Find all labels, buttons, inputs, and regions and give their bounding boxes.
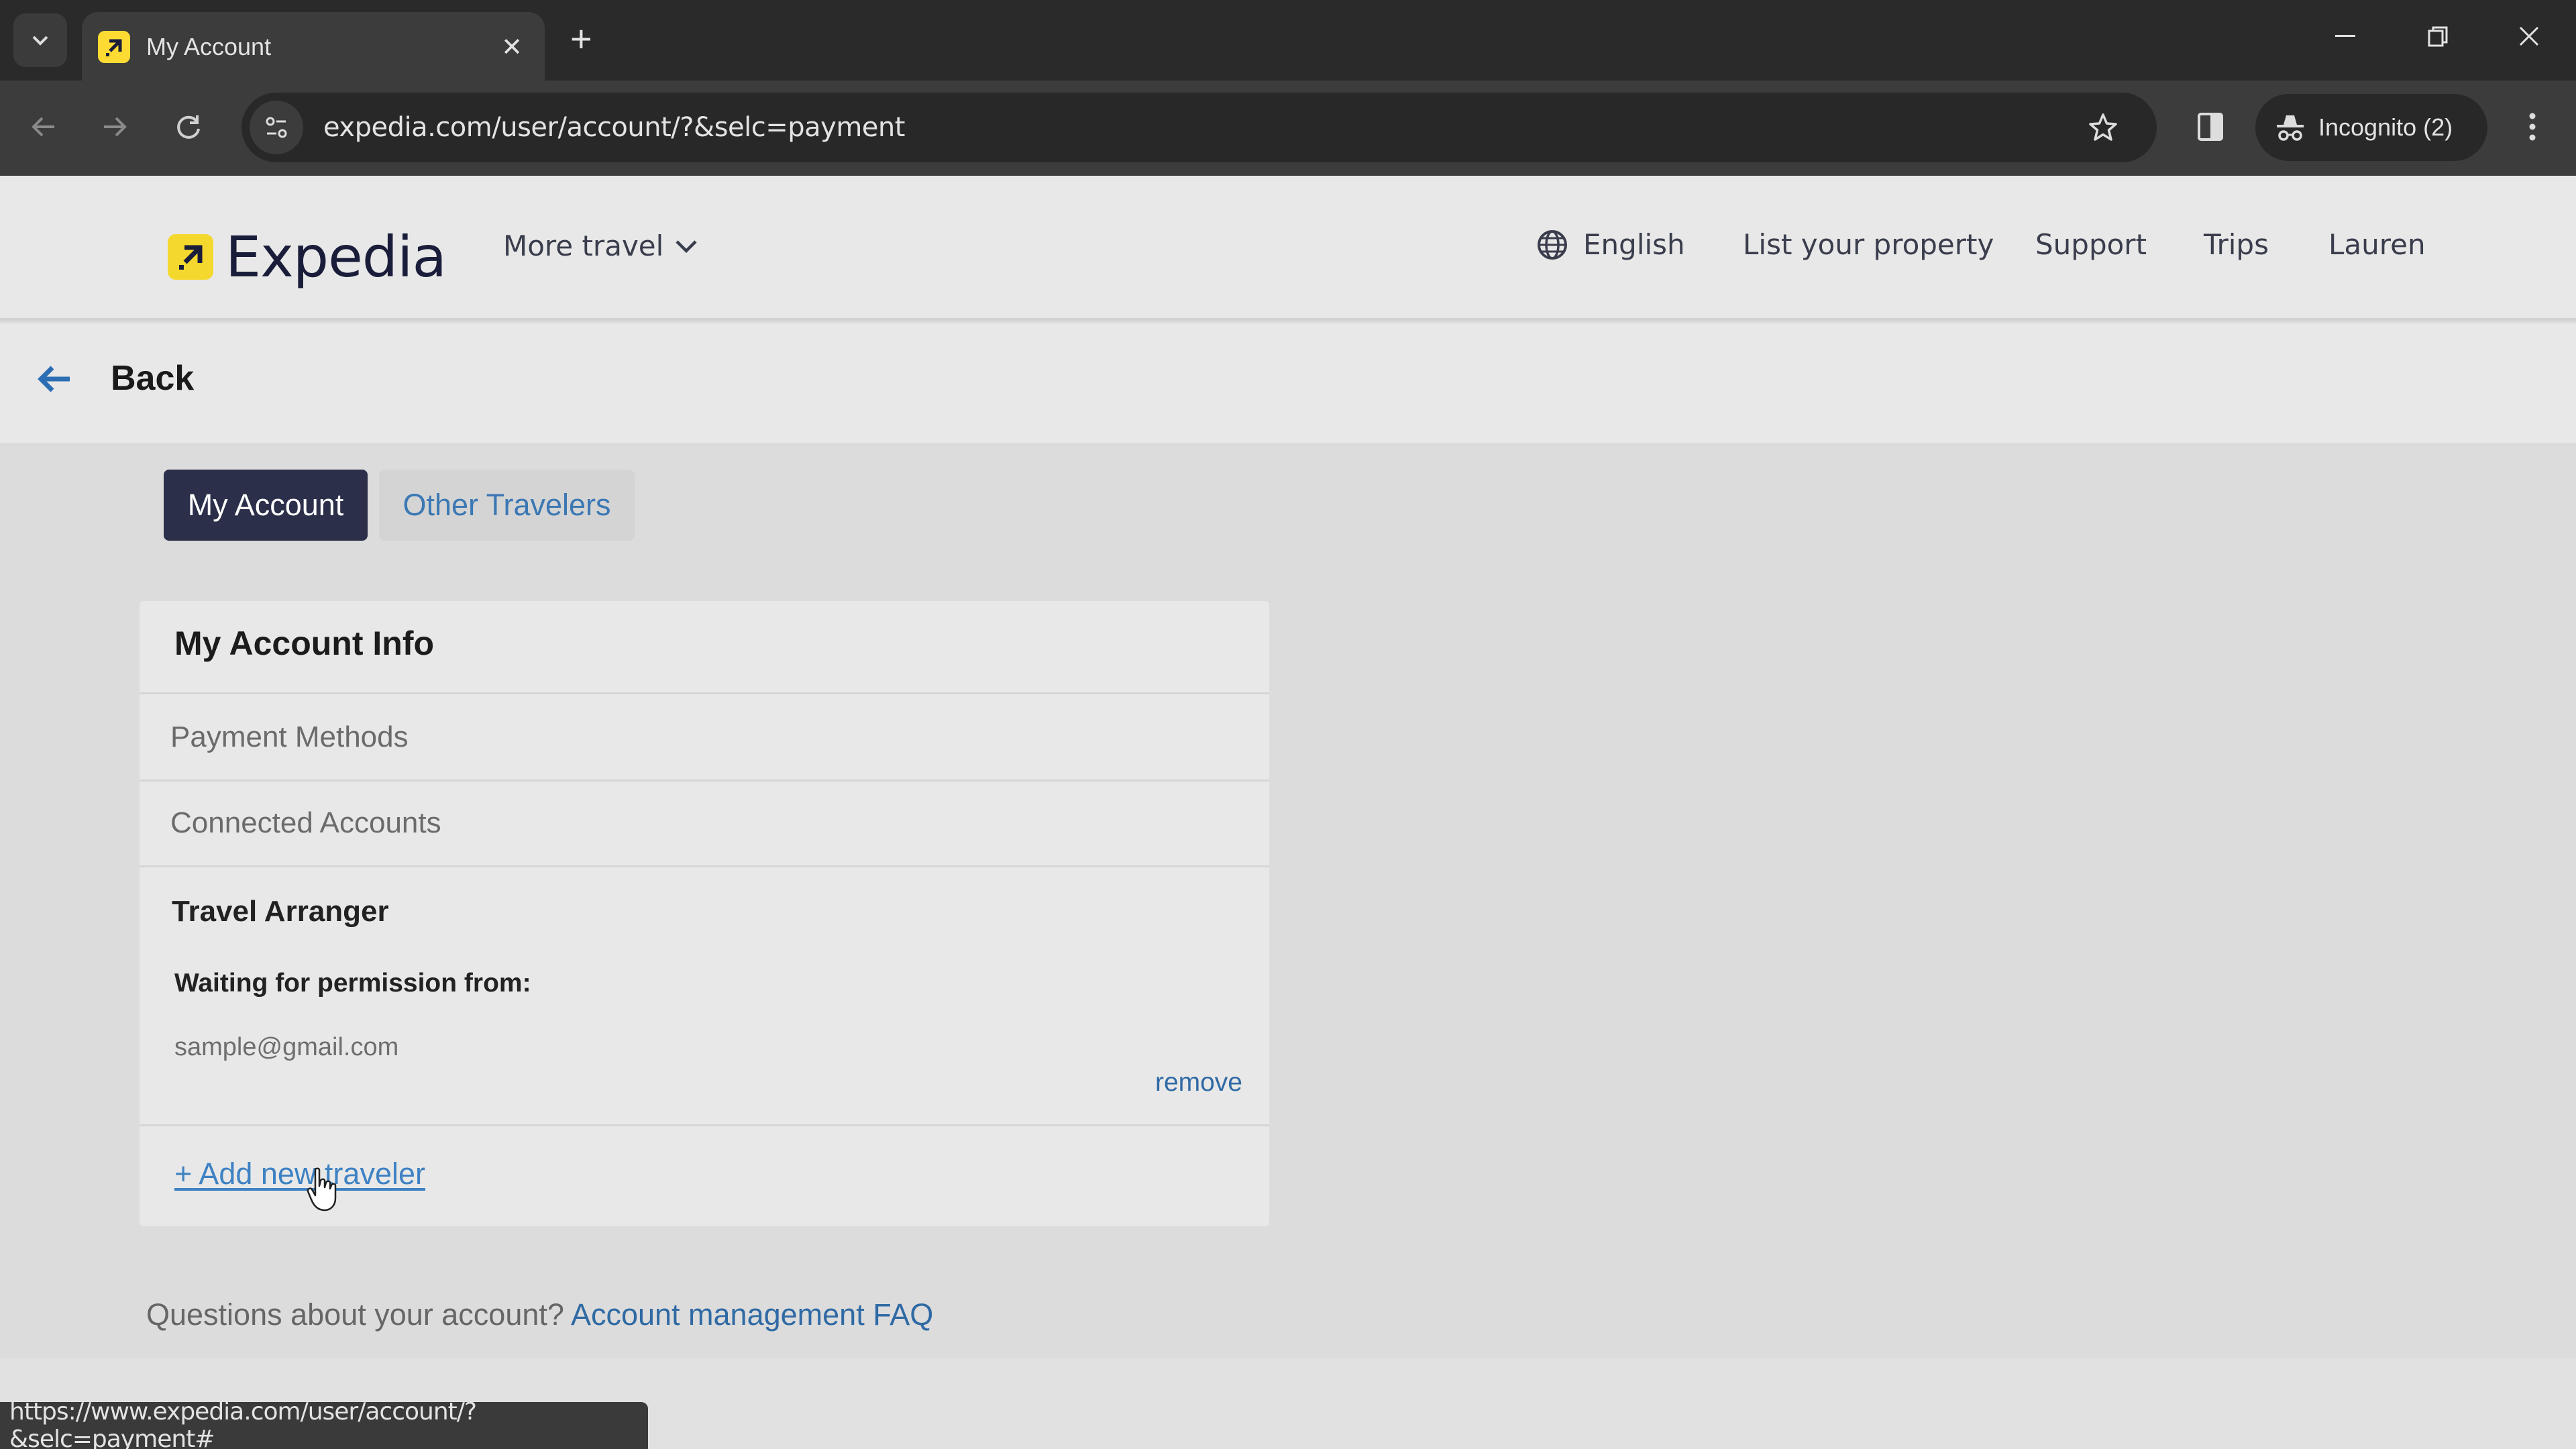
faq-question-text: Questions about your account? bbox=[146, 1297, 571, 1332]
travel-arranger-title: Travel Arranger bbox=[172, 895, 389, 928]
chevron-down-icon bbox=[32, 36, 48, 46]
back-bar: Back bbox=[0, 323, 2576, 443]
brand-name: Expedia bbox=[225, 224, 447, 290]
account-info-card: My Account Info Payment Methods Connecte… bbox=[140, 601, 1269, 1226]
new-tab-plus-icon[interactable]: + bbox=[570, 20, 592, 58]
account-faq-prompt: Questions about your account? Account ma… bbox=[146, 1297, 933, 1332]
divider bbox=[140, 692, 1269, 694]
back-nav-icon[interactable] bbox=[20, 103, 67, 150]
restore-icon[interactable] bbox=[2418, 16, 2458, 56]
reload-icon[interactable] bbox=[165, 103, 212, 150]
language-selector[interactable]: English bbox=[1536, 228, 1685, 261]
incognito-badge[interactable]: Incognito (2) bbox=[2255, 94, 2487, 161]
incognito-label: Incognito (2) bbox=[2318, 113, 2453, 141]
card-title: My Account Info bbox=[174, 625, 435, 662]
minimize-icon[interactable] bbox=[2325, 16, 2365, 56]
more-travel-dropdown[interactable]: More travel bbox=[503, 229, 698, 262]
address-bar[interactable]: expedia.com/user/account/?&selc=payment bbox=[241, 93, 2157, 162]
bookmark-star-icon[interactable] bbox=[2076, 112, 2130, 143]
site-info-icon[interactable] bbox=[250, 101, 303, 154]
divider bbox=[140, 1124, 1269, 1126]
incognito-icon bbox=[2277, 115, 2304, 141]
tab-title: My Account bbox=[146, 33, 272, 60]
nav-support[interactable]: Support bbox=[2035, 228, 2147, 261]
tab-my-account[interactable]: My Account bbox=[164, 470, 368, 541]
back-link[interactable]: Back bbox=[111, 358, 194, 398]
hand-cursor-icon bbox=[306, 1167, 341, 1216]
connected-accounts-link[interactable]: Connected Accounts bbox=[170, 806, 441, 840]
waiting-permission-label: Waiting for permission from: bbox=[174, 969, 531, 998]
nav-list-your-property[interactable]: List your property bbox=[1743, 228, 1994, 261]
pending-email: sample@gmail.com bbox=[174, 1033, 399, 1061]
link-preview-status-bar: https://www.expedia.com/user/account/?&s… bbox=[0, 1398, 648, 1449]
browser-tab[interactable]: My Account ✕ bbox=[82, 12, 545, 82]
payment-methods-link[interactable]: Payment Methods bbox=[170, 720, 409, 754]
back-arrow-icon[interactable] bbox=[35, 362, 72, 399]
divider bbox=[140, 865, 1269, 867]
browser-toolbar: expedia.com/user/account/?&selc=payment … bbox=[0, 80, 2576, 176]
more-travel-label: More travel bbox=[503, 229, 664, 262]
globe-icon bbox=[1538, 229, 1567, 260]
forward-nav-icon[interactable] bbox=[91, 103, 138, 150]
browser-tabstrip: My Account ✕ + bbox=[0, 0, 2576, 82]
chevron-down-icon bbox=[676, 239, 697, 253]
tab-search-button[interactable] bbox=[13, 13, 67, 67]
divider bbox=[140, 780, 1269, 782]
nav-account-lauren[interactable]: Lauren bbox=[2328, 228, 2426, 261]
remove-link[interactable]: remove bbox=[1155, 1068, 1242, 1097]
tab-other-travelers[interactable]: Other Travelers bbox=[379, 470, 635, 541]
site-header: Expedia More travel English List your pr… bbox=[0, 176, 2576, 321]
url-text[interactable]: expedia.com/user/account/?&selc=payment bbox=[323, 112, 2076, 143]
browser-menu-icon[interactable] bbox=[2509, 103, 2556, 150]
close-window-icon[interactable] bbox=[2509, 16, 2549, 56]
expedia-logo-icon bbox=[168, 234, 213, 280]
side-panel-icon[interactable] bbox=[2187, 103, 2234, 150]
nav-trips[interactable]: Trips bbox=[2204, 228, 2269, 261]
add-new-traveler-link[interactable]: + Add new traveler bbox=[174, 1157, 425, 1191]
account-management-faq-link[interactable]: Account management FAQ bbox=[571, 1297, 933, 1332]
expedia-logo[interactable]: Expedia bbox=[168, 224, 447, 290]
expedia-favicon-icon bbox=[98, 31, 130, 63]
close-tab-icon[interactable]: ✕ bbox=[495, 32, 529, 62]
language-label: English bbox=[1583, 228, 1685, 261]
